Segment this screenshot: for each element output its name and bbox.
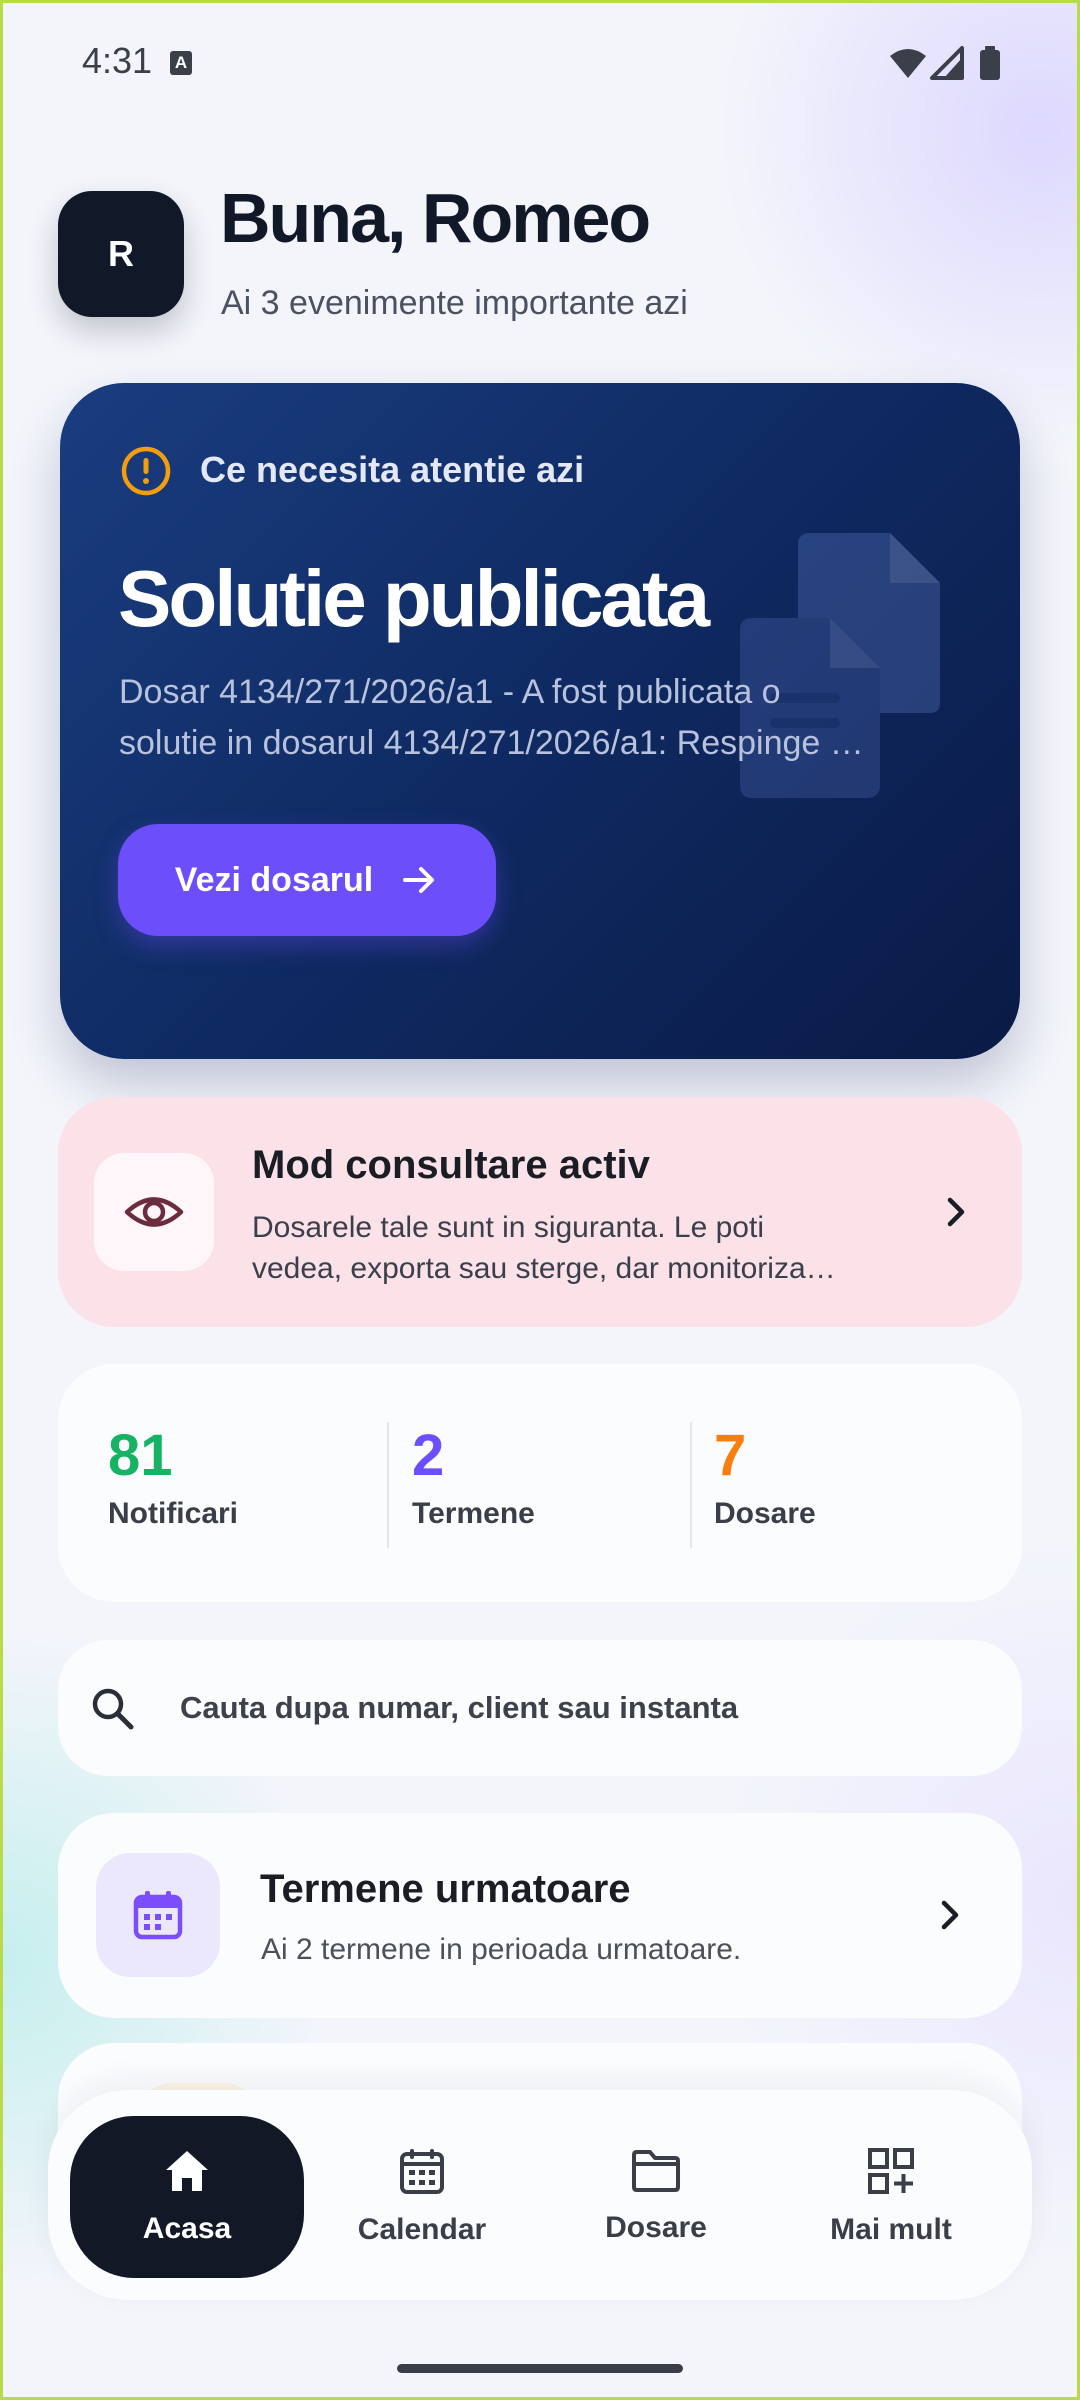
eye-icon — [94, 1153, 214, 1271]
home-icon — [166, 2151, 208, 2191]
hero-description-line: solutie in dosarul 4134/271/2026/a1: Res… — [119, 724, 864, 762]
stat-value: 7 — [714, 1423, 747, 1488]
nav-item-calendar[interactable]: Calendar — [305, 2116, 539, 2278]
arrow-right-icon — [403, 867, 435, 893]
stat-termene[interactable]: 2 Termene — [412, 1422, 535, 1531]
greeting-subtitle: Ai 3 evenimente importante azi — [221, 284, 688, 322]
search-icon — [92, 1688, 134, 1730]
nav-item-dosare[interactable]: Dosare — [539, 2116, 773, 2278]
home-indicator[interactable] — [397, 2364, 683, 2373]
deadlines-description: Ai 2 termene in perioada urmatoare. — [261, 1933, 742, 1966]
avatar[interactable]: R — [58, 191, 184, 317]
stat-label: Termene — [412, 1497, 535, 1530]
hero-description-line: Dosar 4134/271/2026/a1 - A fost publicat… — [119, 673, 781, 711]
status-icons — [888, 44, 1008, 89]
nav-label: Dosare — [605, 2211, 707, 2244]
search-input[interactable]: Cauta dupa numar, client sau instanta — [58, 1640, 1022, 1776]
nav-label: Mai mult — [830, 2213, 952, 2246]
consult-mode-card[interactable]: Mod consultare activ Dosarele tale sunt … — [58, 1097, 1022, 1327]
wifi-icon — [890, 49, 926, 78]
stat-dosare[interactable]: 7 Dosare — [714, 1422, 816, 1531]
divider — [387, 1422, 389, 1548]
nav-item-mai-mult[interactable]: Mai mult — [774, 2116, 1008, 2278]
apps-add-icon — [868, 2148, 914, 2194]
nav-label: Calendar — [357, 2213, 487, 2246]
upcoming-deadlines-card[interactable]: Termene urmatoare Ai 2 termene in perioa… — [58, 1813, 1022, 2018]
stat-notificari[interactable]: 81 Notificari — [108, 1422, 238, 1531]
stat-value: 81 — [108, 1423, 173, 1488]
view-case-label: Vezi dosarul — [174, 860, 374, 899]
consult-title: Mod consultare activ — [252, 1143, 650, 1187]
bottom-nav: Acasa Calendar Dosare Mai mult — [48, 2090, 1032, 2300]
stats-card: 81 Notificari 2 Termene 7 Dosare — [58, 1364, 1022, 1602]
attention-card[interactable]: Ce necesita atentie azi Solutie publicat… — [60, 383, 1020, 1059]
status-time: 4:31 — [82, 40, 153, 81]
deadlines-title: Termene urmatoare — [260, 1867, 631, 1911]
consult-description: Dosarele tale sunt in siguranta. Le poti… — [252, 1207, 892, 1289]
hero-kicker: Ce necesita atentie azi — [200, 449, 585, 490]
stat-value: 2 — [412, 1423, 445, 1488]
calendar-icon — [400, 2149, 444, 2194]
stat-label: Dosare — [714, 1497, 816, 1530]
stat-label: Notificari — [108, 1497, 239, 1530]
notification-icon: A — [170, 51, 192, 75]
hero-description: Dosar 4134/271/2026/a1 - A fost publicat… — [119, 667, 979, 769]
hero-title: Solutie publicata — [118, 554, 710, 643]
divider — [690, 1422, 692, 1548]
battery-icon — [980, 50, 1000, 80]
calendar-icon — [96, 1853, 220, 1977]
search-placeholder: Cauta dupa numar, client sau instanta — [180, 1690, 739, 1725]
consult-description-line: vedea, exporta sau sterge, dar monitoriz… — [252, 1252, 836, 1285]
chevron-right-icon — [941, 1900, 959, 1930]
folder-icon — [632, 2150, 680, 2192]
page-title: Buna, Romeo — [220, 179, 651, 257]
warning-icon — [120, 445, 172, 502]
view-case-button[interactable]: Vezi dosarul — [118, 824, 496, 936]
nav-item-acasa[interactable]: Acasa — [70, 2116, 304, 2278]
consult-description-line: Dosarele tale sunt in siguranta. Le poti — [252, 1211, 764, 1244]
chevron-right-icon — [947, 1197, 965, 1227]
nav-label: Acasa — [142, 2212, 232, 2245]
